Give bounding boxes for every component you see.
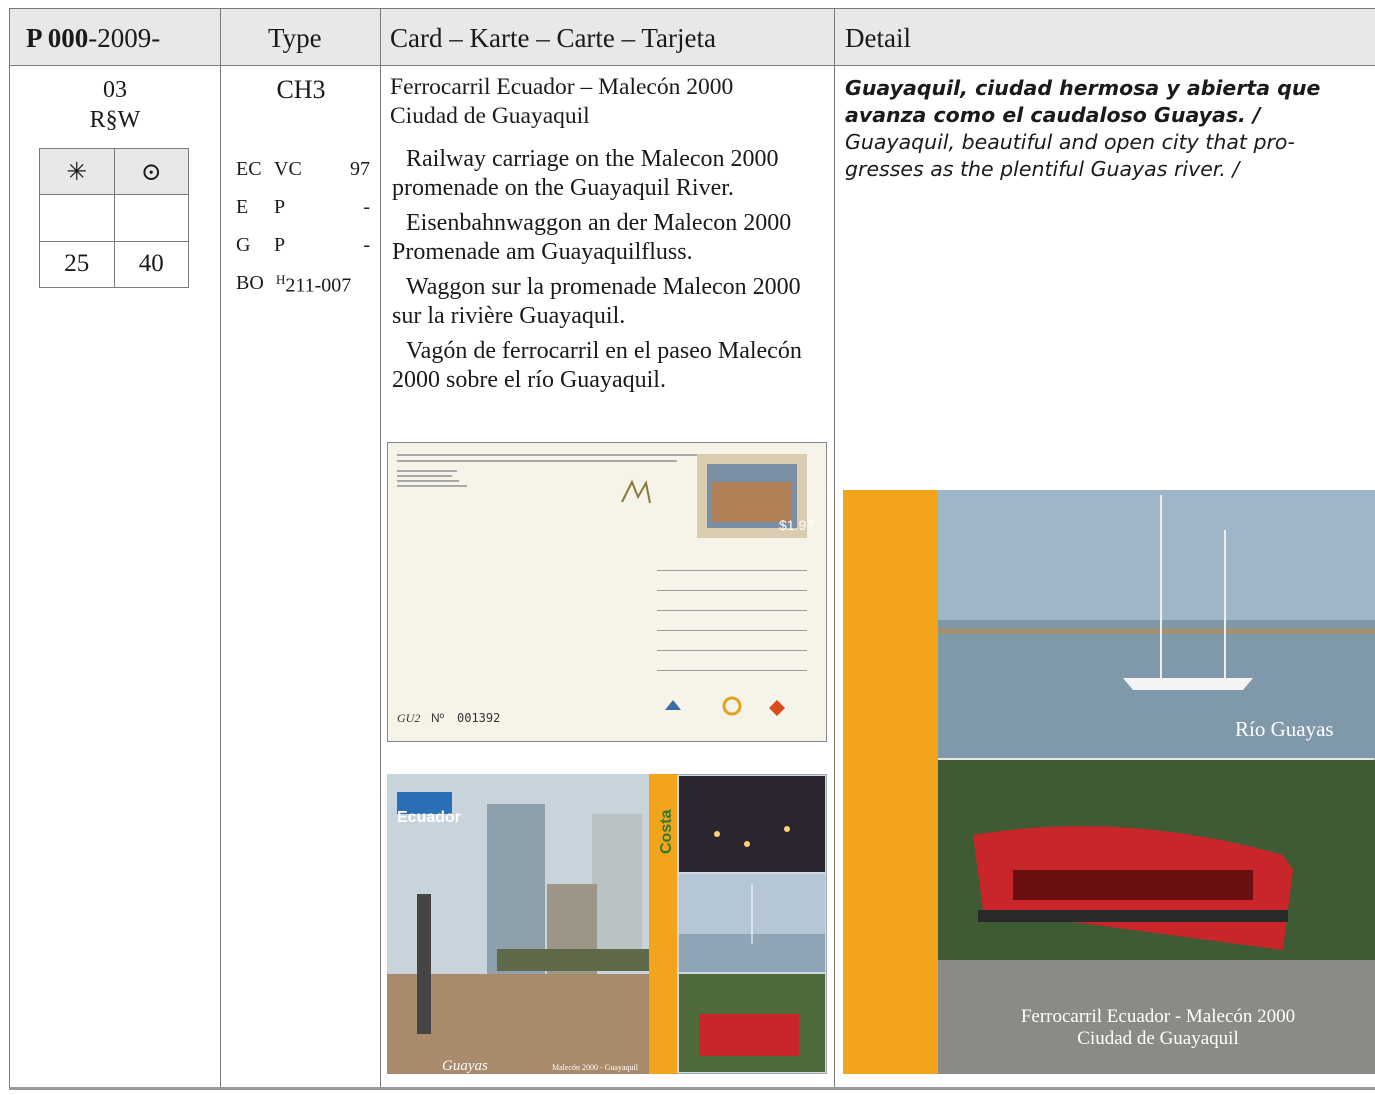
detail-image: Río Guayas Ferrocarril Ecuador - Malecón…	[843, 490, 1375, 1074]
svg-text:GU2: GU2	[397, 711, 420, 725]
detail-en-line1: Guayaquil, beautiful and open city that …	[845, 130, 1295, 154]
type-row: EP-	[236, 196, 370, 218]
header-rule	[9, 65, 1375, 66]
header-detail: Detail	[845, 23, 911, 53]
caption-rio-guayas: Río Guayas	[1235, 717, 1334, 741]
header-type: Type	[268, 23, 322, 53]
header-card: Card – Karte – Carte – Tarjeta	[390, 23, 716, 53]
stamp-value: $1.97	[779, 517, 814, 533]
asterisk-icon: ✳	[39, 147, 115, 196]
detail-es-line1: Guayaquil, ciudad hermosa y abierta que	[845, 76, 1321, 100]
detail-text: Guayaquil, ciudad hermosa y abierta que …	[845, 75, 1375, 183]
postcard-back-image: $1.97 GU2 Nº 001392	[387, 442, 827, 742]
type-row: BO H211-007	[236, 272, 352, 297]
translation-de: Eisenbahnwaggon an der Malecon 2000 Prom…	[392, 210, 792, 265]
svg-text:Nº: Nº	[431, 711, 445, 725]
circled-dot-icon: ⊙	[113, 147, 189, 196]
value-table: ✳ ⊙ 25 40	[39, 147, 189, 289]
header-catalog: P 000-2009-	[26, 23, 161, 53]
card-title: Ferrocarril Ecuador – Malecón 2000 Ciuda…	[390, 74, 734, 129]
value-cell-empty	[39, 194, 115, 242]
caption-ferrocarril: Ferrocarril Ecuador - Malecón 2000	[1021, 1006, 1295, 1027]
col-divider-3	[834, 8, 835, 1088]
value-cell-empty	[113, 194, 189, 242]
costa-label: Costa	[658, 809, 675, 854]
type-code: CH3	[276, 75, 326, 104]
entry-number: 03	[103, 77, 127, 103]
col-divider-2	[380, 8, 381, 1088]
type-row: EC VC 97	[236, 158, 370, 180]
entry-number-block: 03 R§W	[10, 75, 220, 135]
svg-text:Malecón 2000 - Guayaquil: Malecón 2000 - Guayaquil	[552, 1063, 639, 1072]
value-mint: 25	[39, 240, 115, 289]
bottom-rule	[9, 1087, 1375, 1090]
translation-fr: Waggon sur la promenade Malecon 2000 sur…	[392, 274, 801, 329]
brand-label: Ecuador	[397, 809, 461, 826]
detail-en-line2: gresses as the plentiful Guayas river. /	[845, 157, 1240, 181]
caption-ciudad: Ciudad de Guayaquil	[1077, 1028, 1238, 1049]
left-border	[9, 8, 10, 1088]
svg-text:001392: 001392	[457, 711, 500, 725]
detail-es-line2: avanza como el caudaloso Guayas. /	[845, 103, 1261, 127]
col-divider-1	[220, 8, 221, 1088]
value-used: 40	[113, 240, 189, 289]
entry-code: R§W	[89, 107, 141, 133]
postcard-front-image: Ecuador Guayas Malecón 2000 - Guayaquil …	[387, 774, 827, 1074]
top-rule	[9, 8, 1375, 9]
translation-en: Railway carriage on the Malecon 2000 pro…	[392, 146, 779, 201]
translation-es: Vagón de ferrocarril en el paseo Malecón…	[392, 338, 802, 393]
type-row: GP-	[236, 234, 370, 256]
card-translations: Railway carriage on the Malecon 2000 pro…	[392, 145, 832, 401]
svg-text:Guayas: Guayas	[442, 1058, 488, 1074]
